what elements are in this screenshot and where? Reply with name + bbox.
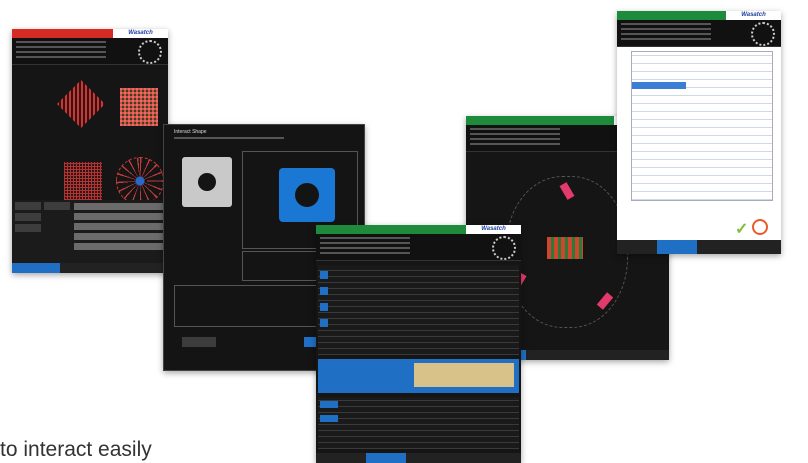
status-panel: [12, 38, 168, 65]
pattern-grid-table[interactable]: [12, 200, 168, 263]
caption-text: to interact easily: [0, 438, 152, 461]
circle-pattern: [116, 157, 164, 205]
job-screen: Wasatch: [316, 225, 521, 463]
bottom-toolbar: [316, 453, 521, 463]
job-list[interactable]: [318, 265, 519, 355]
tag-marker: [596, 292, 614, 310]
brand-logo: Wasatch: [466, 225, 521, 234]
bottom-toolbar: [12, 263, 168, 273]
action-list[interactable]: [318, 397, 519, 449]
gauge-dial-icon: [138, 40, 162, 64]
primary-button[interactable]: [366, 453, 406, 463]
status-panel: [316, 234, 521, 261]
data-table[interactable]: [631, 51, 773, 201]
pattern-screen: Wasatch: [12, 29, 168, 273]
gauge-dial-icon: [751, 22, 775, 46]
primary-button[interactable]: [12, 263, 60, 273]
confirm-check-icon[interactable]: ✓: [735, 219, 748, 239]
ok-button[interactable]: [182, 337, 216, 347]
parameter-box: [414, 363, 514, 387]
blueprint-shape: [279, 168, 335, 222]
part-thumbnail: [182, 157, 232, 207]
table-screen: Wasatch ✓: [617, 11, 781, 254]
status-panel: [617, 20, 781, 47]
diamond-pattern: [56, 79, 106, 129]
title-bar: Wasatch: [617, 11, 781, 20]
primary-button[interactable]: [657, 240, 697, 254]
title-bar: Wasatch: [12, 29, 168, 38]
control-panel: [318, 359, 519, 393]
bottom-toolbar: [617, 240, 781, 254]
brand-logo: Wasatch: [726, 11, 781, 20]
grid-pattern: [120, 88, 158, 126]
title-bar: Wasatch: [316, 225, 521, 234]
cancel-icon[interactable]: [752, 219, 768, 235]
selected-row[interactable]: [632, 82, 686, 89]
gauge-dial-icon: [492, 236, 516, 260]
dialog-title: Interact Shape: [174, 129, 207, 135]
brand-logo: Wasatch: [113, 29, 168, 38]
hole-icon: [198, 173, 216, 191]
tag-marker: [559, 182, 575, 200]
part-cluster: [547, 237, 583, 259]
orientation-preview: [506, 176, 628, 328]
